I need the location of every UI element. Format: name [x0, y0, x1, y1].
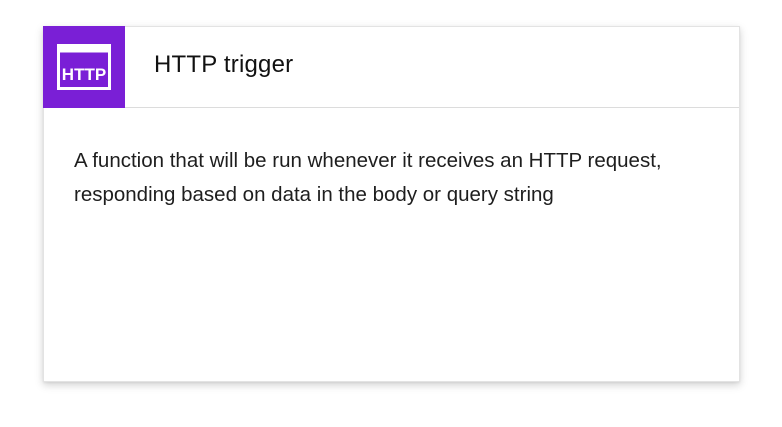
page: HTTP HTTP trigger A function that will b… — [0, 0, 782, 427]
card-header: HTTP HTTP trigger — [43, 26, 739, 108]
card-description: A function that will be run whenever it … — [74, 149, 662, 206]
http-icon-glyph: HTTP — [57, 44, 111, 90]
card-title: HTTP trigger — [154, 51, 294, 78]
http-icon: HTTP — [43, 26, 125, 108]
http-icon-text: HTTP — [62, 65, 106, 84]
template-card-http-trigger[interactable]: HTTP HTTP trigger A function that will b… — [43, 26, 740, 382]
